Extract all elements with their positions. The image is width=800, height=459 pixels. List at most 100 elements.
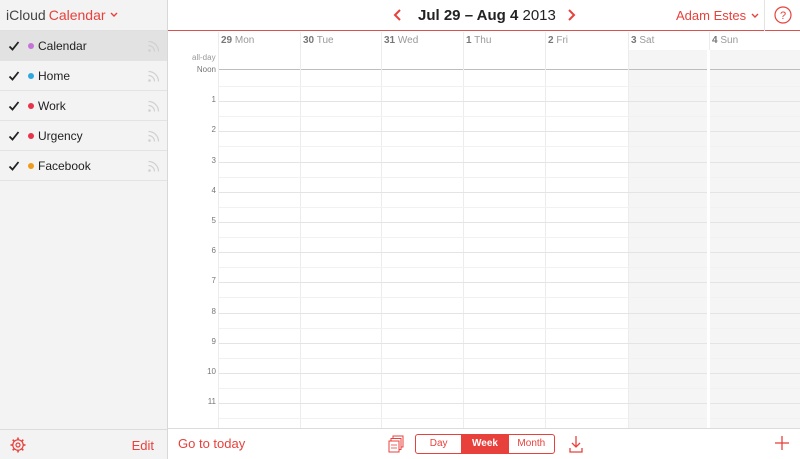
- date-range-label: Jul 29 – Aug 4: [418, 7, 519, 24]
- calendar-color-dot: [28, 133, 34, 139]
- half-hour-line: [219, 146, 800, 147]
- hour-label: 6: [211, 246, 216, 255]
- day-headers: 29 Mon 30 Tue 31 Wed 1 Thu 2 Fri 3 Sat 4 Sun: [168, 32, 800, 50]
- half-hour-line: [219, 207, 800, 208]
- hour-label: 7: [211, 276, 216, 285]
- checkmark-icon[interactable]: [8, 70, 20, 82]
- hour-line: [219, 101, 800, 102]
- day-number: 31: [384, 35, 396, 46]
- app-switcher-menu[interactable]: Calendar: [49, 7, 118, 23]
- calendar-item[interactable]: Calendar: [0, 31, 167, 61]
- hour-line: [219, 222, 800, 223]
- share-broadcast-icon[interactable]: [147, 159, 161, 173]
- view-day-button[interactable]: Day: [416, 435, 463, 453]
- day-name: Fri: [556, 35, 569, 46]
- half-hour-line: [219, 328, 800, 329]
- share-broadcast-icon[interactable]: [147, 69, 161, 83]
- user-name: Adam Estes: [676, 8, 747, 23]
- calendar-color-dot: [28, 73, 34, 79]
- hour-line: [219, 403, 800, 404]
- half-hour-line: [219, 418, 800, 419]
- column-divider: [300, 32, 301, 428]
- column-divider: [628, 32, 629, 428]
- column-divider: [545, 32, 546, 428]
- help-icon[interactable]: ?: [774, 6, 792, 24]
- hour-line: [219, 192, 800, 193]
- hour-line: [219, 162, 800, 163]
- hour-label: 4: [211, 186, 216, 195]
- day-name: Sun: [720, 35, 739, 46]
- hour-line: [219, 373, 800, 374]
- day-header[interactable]: 1 Thu: [466, 35, 491, 46]
- sidebar: iCloud Calendar Calendar Home Work Urgency F…: [0, 0, 168, 459]
- hour-label: 11: [207, 397, 216, 406]
- edit-button[interactable]: Edit: [132, 438, 154, 453]
- week-grid[interactable]: 29 Mon 30 Tue 31 Wed 1 Thu 2 Fri 3 Sat 4 Sun a…: [168, 32, 800, 428]
- day-number: 30: [303, 35, 315, 46]
- hour-line: [219, 252, 800, 253]
- hour-label: 2: [211, 125, 216, 134]
- allday-label: all-day: [192, 53, 216, 62]
- sidebar-header: iCloud Calendar: [0, 0, 167, 31]
- half-hour-line: [219, 237, 800, 238]
- day-number: 29: [221, 35, 233, 46]
- weekend-column: [629, 50, 710, 428]
- calendar-item[interactable]: Home: [0, 61, 167, 91]
- view-month-button[interactable]: Month: [509, 435, 554, 453]
- gear-icon[interactable]: [10, 437, 26, 453]
- checkmark-icon[interactable]: [8, 160, 20, 172]
- checkmark-icon[interactable]: [8, 40, 20, 52]
- hour-label: 1: [211, 95, 216, 104]
- column-divider: [463, 32, 464, 428]
- hour-label: 9: [211, 337, 216, 346]
- sidebar-footer: Edit: [0, 429, 167, 459]
- calendar-list-icon[interactable]: [388, 435, 404, 453]
- chevron-right-icon[interactable]: [565, 8, 577, 22]
- plus-icon[interactable]: [775, 436, 789, 450]
- share-broadcast-icon[interactable]: [147, 129, 161, 143]
- checkmark-icon[interactable]: [8, 130, 20, 142]
- day-header[interactable]: 2 Fri: [548, 35, 568, 46]
- day-header[interactable]: 30 Tue: [303, 35, 334, 46]
- view-week-button[interactable]: Week: [462, 435, 509, 453]
- day-header[interactable]: 31 Wed: [384, 35, 418, 46]
- day-header[interactable]: 29 Mon: [221, 35, 254, 46]
- day-header[interactable]: 3 Sat: [631, 35, 654, 46]
- day-number: 4: [712, 35, 718, 46]
- checkmark-icon[interactable]: [8, 100, 20, 112]
- day-name: Thu: [474, 35, 492, 46]
- calendar-color-dot: [28, 43, 34, 49]
- hour-label: 10: [207, 367, 216, 376]
- day-header[interactable]: 4 Sun: [712, 35, 738, 46]
- calendar-list: Calendar Home Work Urgency Facebook: [0, 31, 167, 181]
- chevron-down-icon: [110, 12, 118, 17]
- hour-label: 5: [211, 216, 216, 225]
- hour-line: [219, 343, 800, 344]
- bottom-bar: Go to today Day Week Month: [168, 428, 800, 459]
- share-broadcast-icon[interactable]: [147, 39, 161, 53]
- half-hour-line: [219, 116, 800, 117]
- hour-line: [219, 313, 800, 314]
- go-to-today-button[interactable]: Go to today: [178, 436, 245, 451]
- day-name: Wed: [397, 35, 419, 46]
- half-hour-line: [219, 297, 800, 298]
- half-hour-line: [219, 86, 800, 87]
- account-menu[interactable]: Adam Estes: [676, 8, 759, 23]
- share-broadcast-icon[interactable]: [147, 99, 161, 113]
- hour-label: Noon: [196, 65, 216, 74]
- calendar-item[interactable]: Facebook: [0, 151, 167, 181]
- day-name: Sat: [639, 35, 655, 46]
- top-bar: Jul 29 – Aug 4 2013 Adam Estes ?: [168, 0, 800, 31]
- calendar-item[interactable]: Urgency: [0, 121, 167, 151]
- date-range-title: Jul 29 – Aug 4 2013: [418, 7, 556, 24]
- day-name: Tue: [316, 35, 334, 46]
- calendar-item[interactable]: Work: [0, 91, 167, 121]
- half-hour-line: [219, 177, 800, 178]
- calendar-name: Home: [38, 69, 71, 83]
- weekend-divider: [707, 50, 710, 428]
- calendar-name: Facebook: [38, 159, 91, 173]
- chevron-left-icon[interactable]: [392, 8, 404, 22]
- download-icon[interactable]: [569, 435, 583, 453]
- day-number: 3: [631, 35, 637, 46]
- day-number: 1: [466, 35, 472, 46]
